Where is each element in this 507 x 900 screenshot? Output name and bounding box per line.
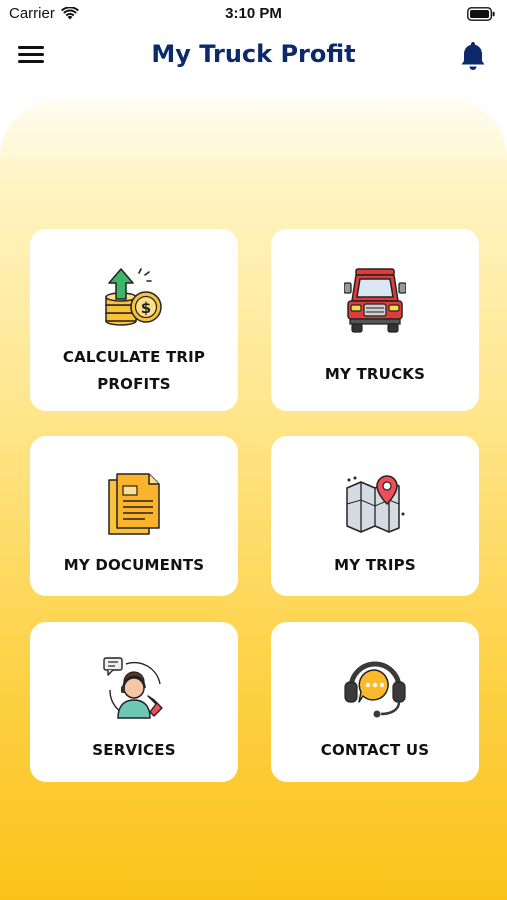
documents-icon bbox=[108, 473, 160, 535]
truck-icon bbox=[344, 268, 406, 333]
services-label: SERVICES bbox=[92, 741, 176, 759]
my-trips-label: MY TRIPS bbox=[334, 556, 416, 574]
calculate-trip-profits-tile[interactable]: $ CALCULATE TRIP PROFITS bbox=[30, 229, 238, 411]
map-pin-icon bbox=[346, 475, 405, 533]
my-trucks-tile[interactable]: MY TRUCKS bbox=[271, 229, 479, 411]
page-title: My Truck Profit bbox=[151, 40, 356, 68]
nav-bar: My Truck Profit bbox=[0, 28, 507, 84]
my-trucks-label: MY TRUCKS bbox=[324, 365, 426, 383]
contact-us-tile[interactable]: CONTACT US bbox=[271, 622, 479, 782]
svg-text:$: $ bbox=[141, 299, 151, 317]
status-time: 3:10 PM bbox=[225, 5, 282, 22]
coins-growth-icon: $ bbox=[105, 268, 162, 326]
calculate-trip-profits-label: CALCULATE TRIP PROFITS bbox=[30, 344, 238, 398]
services-tile[interactable]: SERVICES bbox=[30, 622, 238, 782]
contact-us-label: CONTACT US bbox=[320, 741, 430, 759]
status-bar: Carrier 3:10 PM bbox=[0, 0, 507, 28]
my-documents-label: MY DOCUMENTS bbox=[63, 556, 205, 574]
tile-label-line: CALCULATE TRIP bbox=[62, 348, 206, 366]
battery-icon bbox=[467, 7, 495, 21]
tile-label-line: PROFITS bbox=[97, 375, 171, 393]
my-trips-tile[interactable]: MY TRIPS bbox=[271, 436, 479, 596]
my-documents-tile[interactable]: MY DOCUMENTS bbox=[30, 436, 238, 596]
headset-icon bbox=[344, 661, 406, 718]
bell-icon[interactable] bbox=[459, 40, 487, 72]
support-agent-icon bbox=[103, 657, 163, 719]
